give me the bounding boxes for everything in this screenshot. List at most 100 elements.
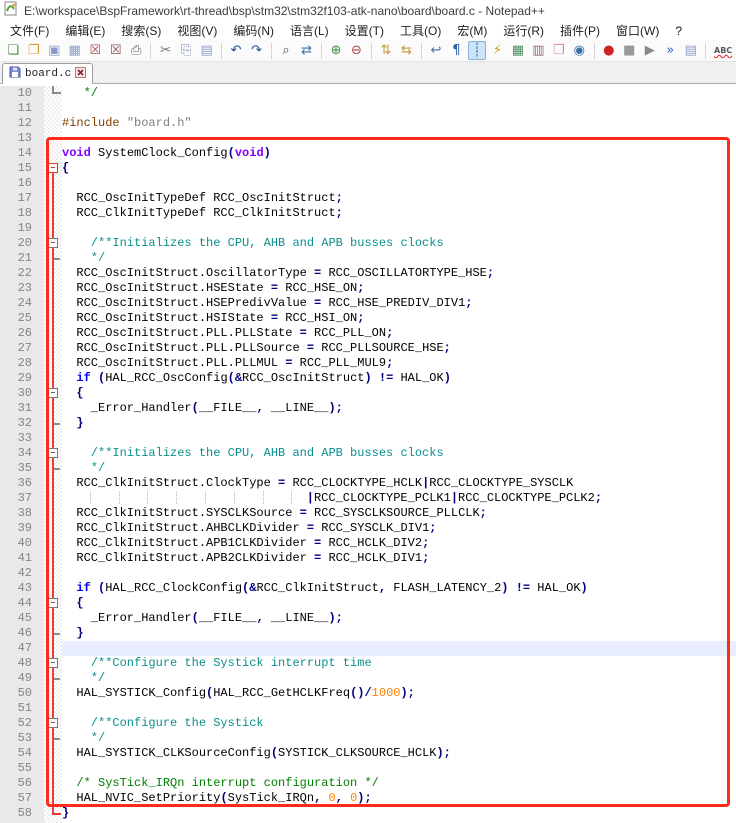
code-line[interactable]: 46 } — [0, 626, 736, 641]
macro-run-multiple-icon[interactable]: » — [661, 41, 679, 60]
code-line[interactable]: 14void SystemClock_Config(void) — [0, 146, 736, 161]
fold-collapse-icon[interactable] — [48, 388, 58, 398]
menu-item-7[interactable]: 工具(O) — [392, 21, 449, 40]
code-line[interactable]: 33 — [0, 431, 736, 446]
code-line[interactable]: 20 /**Initializes the CPU, AHB and APB b… — [0, 236, 736, 251]
fold-collapse-icon[interactable] — [48, 598, 58, 608]
new-file-icon[interactable]: ❏ — [4, 41, 22, 60]
macro-play-icon[interactable]: ▶ — [641, 41, 659, 60]
spell-check-icon[interactable]: ABC — [711, 41, 735, 60]
code-line[interactable]: 51 — [0, 701, 736, 716]
code-line[interactable]: 49 */ — [0, 671, 736, 686]
code-line[interactable]: 52 /**Configure the Systick — [0, 716, 736, 731]
code-line[interactable]: 36 RCC_ClkInitStruct.ClockType = RCC_CLO… — [0, 476, 736, 491]
close-all-icon[interactable]: ☒ — [106, 41, 124, 60]
code-line[interactable]: 26 RCC_OscInitStruct.PLL.PLLState = RCC_… — [0, 326, 736, 341]
fold-collapse-icon[interactable] — [48, 718, 58, 728]
redo-icon[interactable]: ↷ — [247, 41, 265, 60]
menu-item-2[interactable]: 搜索(S) — [113, 21, 169, 40]
menu-item-4[interactable]: 编码(N) — [225, 21, 282, 40]
zoom-in-icon[interactable]: ⊕ — [327, 41, 345, 60]
menu-item-12[interactable]: ? — [667, 23, 690, 39]
code-line[interactable]: 50 HAL_SYSTICK_Config(HAL_RCC_GetHCLKFre… — [0, 686, 736, 701]
code-line[interactable]: 24 RCC_OscInitStruct.HSEPredivValue = RC… — [0, 296, 736, 311]
code-line[interactable]: 43 if (HAL_RCC_ClockConfig(&RCC_ClkInitS… — [0, 581, 736, 596]
tab-board-c[interactable]: board.c — [2, 63, 93, 84]
code-line[interactable]: 13 — [0, 131, 736, 146]
menu-item-10[interactable]: 插件(P) — [552, 21, 608, 40]
code-line[interactable]: 30 { — [0, 386, 736, 401]
code-line[interactable]: 10 */ — [0, 86, 736, 101]
code-line[interactable]: 41 RCC_ClkInitStruct.APB2CLKDivider = RC… — [0, 551, 736, 566]
code-line[interactable]: 35 */ — [0, 461, 736, 476]
code-line[interactable]: 48 /**Configure the Systick interrupt ti… — [0, 656, 736, 671]
code-line[interactable]: 55 — [0, 761, 736, 776]
code-line[interactable]: 25 RCC_OscInitStruct.HSIState = RCC_HSI_… — [0, 311, 736, 326]
code-line[interactable]: 27 RCC_OscInitStruct.PLL.PLLSource = RCC… — [0, 341, 736, 356]
fold-collapse-icon[interactable] — [48, 658, 58, 668]
menu-item-0[interactable]: 文件(F) — [2, 21, 57, 40]
code-line[interactable]: 45 _Error_Handler(__FILE__, __LINE__); — [0, 611, 736, 626]
macro-save-icon[interactable]: ▤ — [682, 41, 700, 60]
code-line[interactable]: 16 — [0, 176, 736, 191]
find-icon[interactable]: ⌕ — [277, 41, 295, 60]
code-line[interactable]: 38 RCC_ClkInitStruct.SYSCLKSource = RCC_… — [0, 506, 736, 521]
fold-collapse-icon[interactable] — [48, 448, 58, 458]
code-line[interactable]: 57 HAL_NVIC_SetPriority(SysTick_IRQn, 0,… — [0, 791, 736, 806]
code-line[interactable]: 44 { — [0, 596, 736, 611]
title-bar[interactable]: E:\workspace\BspFramework\rt-thread\bsp\… — [0, 0, 736, 21]
code-line[interactable]: 34 /**Initializes the CPU, AHB and APB b… — [0, 446, 736, 461]
code-line[interactable]: 23 RCC_OscInitStruct.HSEState = RCC_HSE_… — [0, 281, 736, 296]
code-line[interactable]: 12#include "board.h" — [0, 116, 736, 131]
code-line[interactable]: 53 */ — [0, 731, 736, 746]
paste-icon[interactable]: ▤ — [197, 41, 215, 60]
document-map-icon[interactable]: ▦ — [509, 41, 527, 60]
macro-stop-icon[interactable]: ■ — [620, 41, 638, 60]
menu-item-11[interactable]: 窗口(W) — [608, 21, 667, 40]
save-icon[interactable]: ▣ — [45, 41, 63, 60]
doc-switcher-icon[interactable]: ▥ — [529, 41, 547, 60]
code-line[interactable]: 11 — [0, 101, 736, 116]
undo-icon[interactable]: ↶ — [227, 41, 245, 60]
replace-icon[interactable]: ⇄ — [297, 41, 315, 60]
code-line[interactable]: 15{ — [0, 161, 736, 176]
copy-icon[interactable]: ⎘ — [177, 41, 195, 60]
code-line[interactable]: 56 /* SysTick_IRQn interrupt configurati… — [0, 776, 736, 791]
close-icon[interactable]: ☒ — [86, 41, 104, 60]
code-line[interactable]: 17 RCC_OscInitTypeDef RCC_OscInitStruct; — [0, 191, 736, 206]
code-line[interactable]: 58} — [0, 806, 736, 821]
code-line[interactable]: 37 |RCC_CLOCKTYPE_PCLK1|RCC_CLOCKTYPE_PC… — [0, 491, 736, 506]
code-line[interactable]: 21 */ — [0, 251, 736, 266]
menu-item-8[interactable]: 宏(M) — [449, 21, 495, 40]
cut-icon[interactable]: ✂ — [156, 41, 174, 60]
menu-item-6[interactable]: 设置(T) — [337, 21, 392, 40]
editor-area[interactable]: 10 */1112#include "board.h"1314void Syst… — [0, 84, 736, 823]
code-line[interactable]: 19 — [0, 221, 736, 236]
sync-vertical-scroll-icon[interactable]: ⇅ — [377, 41, 395, 60]
code-line[interactable]: 31 _Error_Handler(__FILE__, __LINE__); — [0, 401, 736, 416]
show-all-characters-icon[interactable]: ¶ — [447, 41, 465, 60]
fold-collapse-icon[interactable] — [48, 163, 58, 173]
zoom-out-icon[interactable]: ⊖ — [347, 41, 365, 60]
sync-horizontal-scroll-icon[interactable]: ⇆ — [397, 41, 415, 60]
tab-close-icon[interactable] — [75, 65, 86, 83]
indent-guide-icon[interactable]: ┊ — [468, 41, 486, 60]
code-line[interactable]: 28 RCC_OscInitStruct.PLL.PLLMUL = RCC_PL… — [0, 356, 736, 371]
open-file-icon[interactable]: ❐ — [24, 41, 42, 60]
menu-item-5[interactable]: 语言(L) — [282, 21, 337, 40]
menu-item-9[interactable]: 运行(R) — [495, 21, 552, 40]
folder-as-workspace-icon[interactable]: ❒ — [550, 41, 568, 60]
word-wrap-icon[interactable]: ↩ — [427, 41, 445, 60]
code-line[interactable]: 39 RCC_ClkInitStruct.AHBCLKDivider = RCC… — [0, 521, 736, 536]
code-line[interactable]: 18 RCC_ClkInitTypeDef RCC_ClkInitStruct; — [0, 206, 736, 221]
code-line[interactable]: 54 HAL_SYSTICK_CLKSourceConfig(SYSTICK_C… — [0, 746, 736, 761]
monitoring-icon[interactable]: ◉ — [570, 41, 588, 60]
code-line[interactable]: 32 } — [0, 416, 736, 431]
code-line[interactable]: 42 — [0, 566, 736, 581]
code-line[interactable]: 40 RCC_ClkInitStruct.APB1CLKDivider = RC… — [0, 536, 736, 551]
menu-item-1[interactable]: 编辑(E) — [57, 21, 113, 40]
menu-item-3[interactable]: 视图(V) — [169, 21, 225, 40]
print-icon[interactable]: ⎙ — [127, 41, 145, 60]
function-list-icon[interactable]: ⚡ — [488, 41, 506, 60]
macro-record-icon[interactable]: ● — [600, 41, 618, 60]
